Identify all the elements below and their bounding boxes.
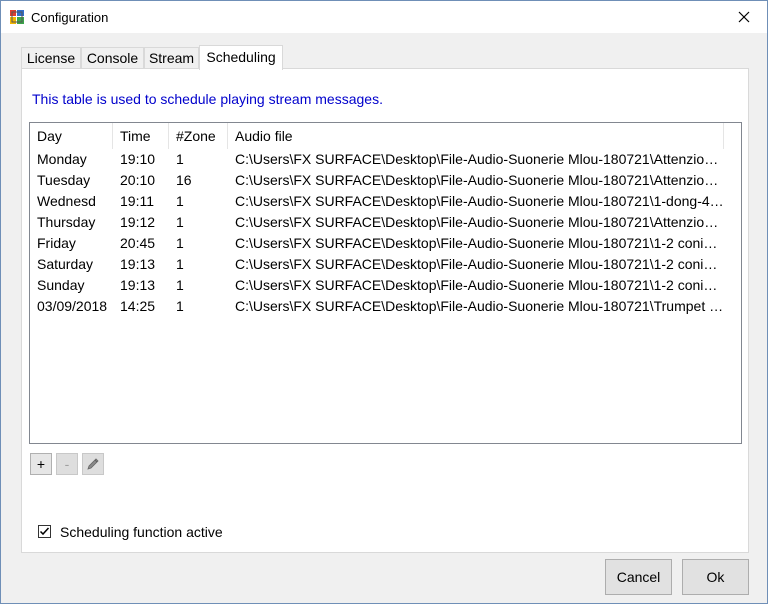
tab-stream[interactable]: Stream <box>144 47 199 68</box>
tab-console[interactable]: Console <box>81 47 144 68</box>
cell-day: Wednesd <box>37 193 96 209</box>
cell-day: Tuesday <box>37 172 91 188</box>
cell-time: 19:12 <box>120 214 156 230</box>
cell-time: 19:13 <box>120 277 156 293</box>
remove-schedule-button[interactable]: - <box>56 453 78 475</box>
scheduling-active-checkbox[interactable] <box>38 525 51 538</box>
add-schedule-button[interactable]: + <box>30 453 52 475</box>
cell-time: 20:10 <box>120 172 156 188</box>
cell-zone: 16 <box>176 172 192 188</box>
scheduling-panel: This table is used to schedule playing s… <box>21 68 749 553</box>
cell-day: Sunday <box>37 277 85 293</box>
table-row[interactable]: Saturday 19:13 1 C:\Users\FX SURFACE\Des… <box>30 254 741 275</box>
ok-button[interactable]: Ok <box>682 559 749 595</box>
cell-zone: 1 <box>176 298 184 314</box>
column-header-zone[interactable]: #Zone <box>169 123 228 149</box>
cell-audio-file: C:\Users\FX SURFACE\Desktop\File-Audio-S… <box>235 298 724 314</box>
table-row[interactable]: Monday 19:10 1 C:\Users\FX SURFACE\Deskt… <box>30 149 741 170</box>
title-bar[interactable]: Configuration <box>1 1 767 33</box>
cell-audio-file: C:\Users\FX SURFACE\Desktop\File-Audio-S… <box>235 172 724 188</box>
table-row[interactable]: 03/09/2018 14:25 1 C:\Users\FX SURFACE\D… <box>30 296 741 317</box>
cell-zone: 1 <box>176 256 184 272</box>
cell-audio-file: C:\Users\FX SURFACE\Desktop\File-Audio-S… <box>235 151 724 167</box>
cell-audio-file: C:\Users\FX SURFACE\Desktop\File-Audio-S… <box>235 235 724 251</box>
cell-audio-file: C:\Users\FX SURFACE\Desktop\File-Audio-S… <box>235 277 724 293</box>
cell-day: Thursday <box>37 214 96 230</box>
table-row[interactable]: Friday 20:45 1 C:\Users\FX SURFACE\Deskt… <box>30 233 741 254</box>
close-icon <box>738 11 750 23</box>
cell-audio-file: C:\Users\FX SURFACE\Desktop\File-Audio-S… <box>235 256 724 272</box>
cell-zone: 1 <box>176 277 184 293</box>
column-header-audio-file[interactable]: Audio file <box>228 123 724 149</box>
cell-day: Monday <box>37 151 87 167</box>
cell-time: 20:45 <box>120 235 156 251</box>
checkmark-icon <box>39 527 50 536</box>
pencil-icon <box>87 458 99 470</box>
tab-license[interactable]: License <box>21 47 81 68</box>
cell-day: 03/09/2018 <box>37 298 108 314</box>
close-button[interactable] <box>721 1 767 33</box>
cell-day: Friday <box>37 235 76 251</box>
config-app-icon <box>10 10 24 24</box>
cell-audio-file: C:\Users\FX SURFACE\Desktop\File-Audio-S… <box>235 214 724 230</box>
cell-day: Saturday <box>37 256 94 272</box>
description-text: This table is used to schedule playing s… <box>32 91 383 107</box>
cell-audio-file: C:\Users\FX SURFACE\Desktop\File-Audio-S… <box>235 193 724 209</box>
scheduling-active-label: Scheduling function active <box>60 524 223 540</box>
table-row[interactable]: Wednesd 19:11 1 C:\Users\FX SURFACE\Desk… <box>30 191 741 212</box>
configuration-window: Configuration License Console Stream Sch… <box>0 0 768 604</box>
window-title: Configuration <box>31 10 109 25</box>
tab-scheduling[interactable]: Scheduling <box>199 45 283 70</box>
cell-time: 19:10 <box>120 151 156 167</box>
cell-time: 19:11 <box>120 193 154 209</box>
table-header: Day Time #Zone Audio file <box>30 123 741 149</box>
column-header-day[interactable]: Day <box>30 123 113 149</box>
column-header-time[interactable]: Time <box>113 123 169 149</box>
cell-time: 14:25 <box>120 298 156 314</box>
table-row[interactable]: Sunday 19:13 1 C:\Users\FX SURFACE\Deskt… <box>30 275 741 296</box>
cell-zone: 1 <box>176 193 184 209</box>
cell-zone: 1 <box>176 235 184 251</box>
cell-zone: 1 <box>176 151 184 167</box>
schedule-table[interactable]: Day Time #Zone Audio file Monday 19:10 1… <box>29 122 742 444</box>
table-row[interactable]: Thursday 19:12 1 C:\Users\FX SURFACE\Des… <box>30 212 741 233</box>
table-row[interactable]: Tuesday 20:10 16 C:\Users\FX SURFACE\Des… <box>30 170 741 191</box>
edit-schedule-button[interactable] <box>82 453 104 475</box>
cell-time: 19:13 <box>120 256 156 272</box>
cancel-button[interactable]: Cancel <box>605 559 672 595</box>
cell-zone: 1 <box>176 214 184 230</box>
